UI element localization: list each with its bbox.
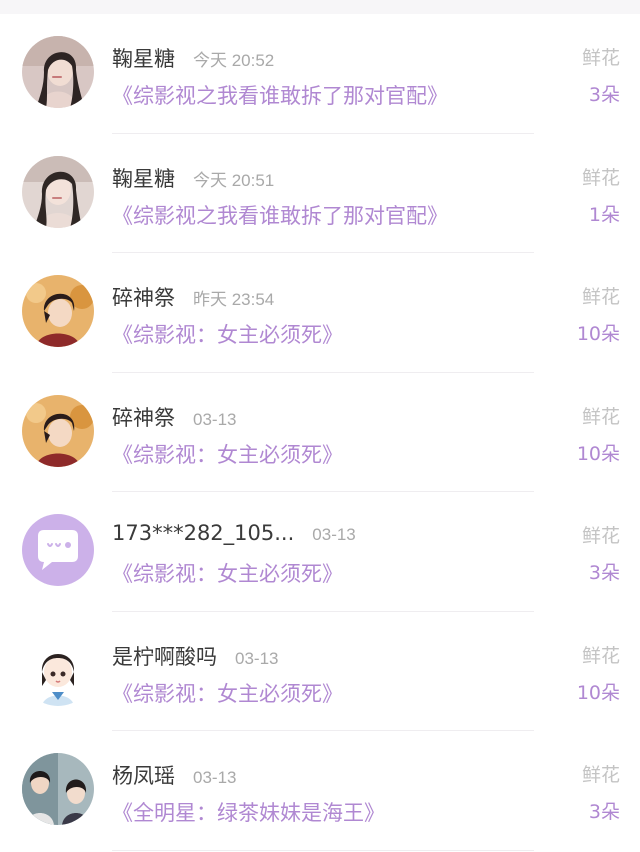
gift-type: 鲜花: [581, 286, 620, 308]
name-time-line: 是柠啊酸吗 03-13: [112, 641, 278, 671]
book-title-link[interactable]: 《综影视：女主必须死》: [112, 558, 343, 588]
gift-count: 10朵: [576, 323, 620, 345]
name-time-line: 碎神祭 昨天 23:54: [112, 282, 274, 312]
book-title-link[interactable]: 《综影视：女主必须死》: [112, 678, 343, 708]
timestamp: 今天 20:52: [193, 51, 275, 70]
gift-type: 鲜花: [581, 405, 620, 428]
name-time-line: 鞠星糖 今天 20:51: [112, 163, 274, 193]
timestamp: 03-13: [193, 409, 237, 429]
cartoon-girl-avatar[interactable]: [22, 633, 94, 706]
user-name[interactable]: 是柠啊酸吗: [112, 641, 217, 671]
gift-count: 1朵: [588, 203, 620, 226]
book-title-link[interactable]: 《综影视：女主必须死》: [112, 439, 343, 469]
timestamp: 03-13: [312, 525, 356, 544]
woman-portrait-avatar[interactable]: [22, 36, 94, 108]
anime-boy-avatar[interactable]: [22, 394, 94, 467]
book-title-link[interactable]: 《全明星：绿茶妹妹是海王》: [112, 797, 385, 827]
list-item[interactable]: 碎神祭 昨天 23:54 《综影视：女主必须死》 鲜花 10朵: [0, 253, 640, 373]
anime-boy-avatar[interactable]: [22, 275, 94, 347]
timestamp: 03-13: [235, 648, 279, 668]
timestamp: 03-13: [193, 768, 237, 787]
user-name[interactable]: 173***282_105...: [112, 521, 294, 545]
gift-type: 鲜花: [581, 166, 620, 189]
gift-count: 3朵: [588, 801, 620, 823]
top-bar: [0, 0, 640, 14]
name-time-line: 鞠星糖 今天 20:52: [112, 43, 274, 73]
list-item[interactable]: 鞠星糖 今天 20:51 《综影视之我看谁敢拆了那对官配》 鲜花 1朵: [0, 134, 640, 254]
woman-portrait-avatar[interactable]: [22, 155, 94, 228]
user-name[interactable]: 碎神祭: [112, 402, 175, 432]
list-item[interactable]: 是柠啊酸吗 03-13 《综影视：女主必须死》 鲜花 10朵: [0, 612, 640, 732]
user-name[interactable]: 鞠星糖: [112, 163, 175, 193]
list-item[interactable]: 173***282_105... 03-13 《综影视：女主必须死》 鲜花 3朵: [0, 492, 640, 612]
name-time-line: 杨凤瑶 03-13: [112, 760, 236, 790]
name-time-line: 173***282_105... 03-13: [112, 521, 356, 545]
gift-count: 3朵: [588, 84, 620, 106]
gift-type: 鲜花: [581, 644, 620, 667]
chat-bubble-avatar[interactable]: [22, 514, 94, 586]
list-item[interactable]: 鞠星糖 今天 20:52 《综影视之我看谁敢拆了那对官配》 鲜花 3朵: [0, 14, 640, 134]
gift-type: 鲜花: [581, 47, 620, 69]
user-name[interactable]: 杨凤瑶: [112, 760, 175, 790]
book-title-link[interactable]: 《综影视之我看谁敢拆了那对官配》: [112, 200, 448, 230]
gift-record-list: 鞠星糖 今天 20:52 《综影视之我看谁敢拆了那对官配》 鲜花 3朵 鞠星糖 …: [0, 14, 640, 851]
book-title-link[interactable]: 《综影视之我看谁敢拆了那对官配》: [112, 80, 448, 110]
gift-type: 鲜花: [581, 525, 620, 547]
gift-type: 鲜花: [581, 764, 620, 786]
list-item[interactable]: 杨凤瑶 03-13 《全明星：绿茶妹妹是海王》 鲜花 3朵: [0, 731, 640, 851]
gift-count: 10朵: [576, 681, 620, 704]
couple-photo-avatar[interactable]: [22, 753, 94, 825]
gift-count: 3朵: [588, 562, 620, 584]
timestamp: 今天 20:51: [193, 170, 275, 190]
gift-count: 10朵: [576, 442, 620, 465]
timestamp: 昨天 23:54: [193, 290, 275, 309]
user-name[interactable]: 碎神祭: [112, 282, 175, 312]
list-item[interactable]: 碎神祭 03-13 《综影视：女主必须死》 鲜花 10朵: [0, 373, 640, 493]
book-title-link[interactable]: 《综影视：女主必须死》: [112, 319, 343, 349]
user-name[interactable]: 鞠星糖: [112, 43, 175, 73]
name-time-line: 碎神祭 03-13: [112, 402, 236, 432]
